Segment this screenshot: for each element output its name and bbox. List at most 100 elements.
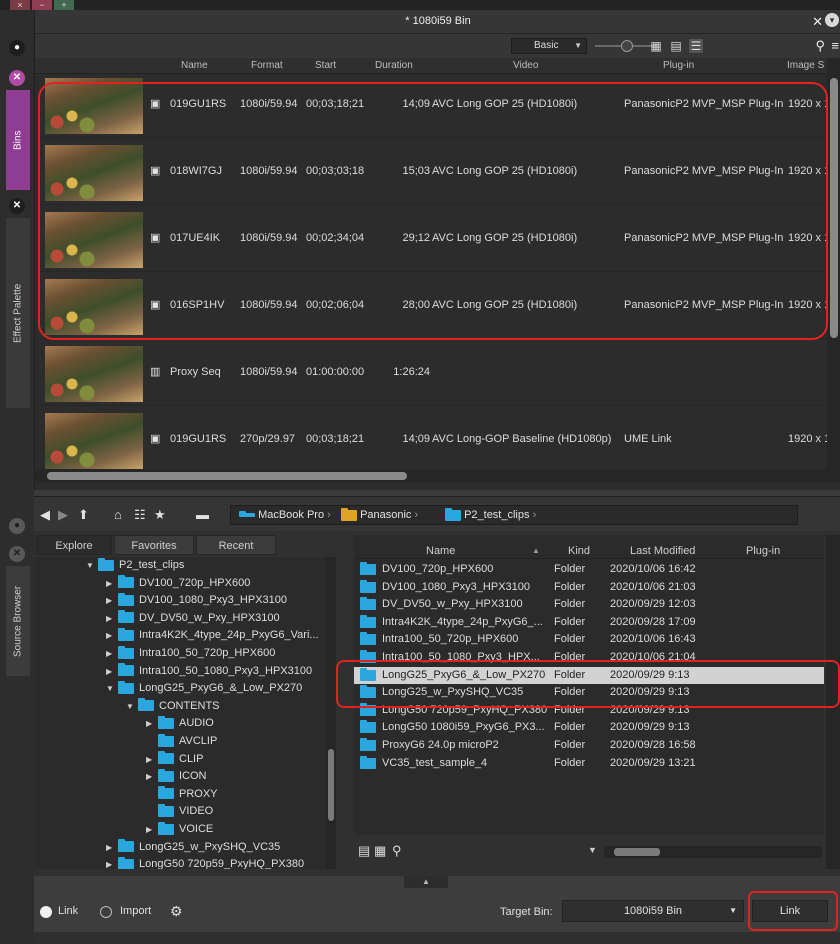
tree-item[interactable]: ▶ Intra100_50_1080_Pxy3_HPX3100 (106, 663, 312, 680)
tab-source-browser[interactable]: Source Browser (6, 566, 30, 676)
up-arrow-icon[interactable]: ⬆ (78, 507, 89, 523)
chevron-right-icon[interactable]: ▶ (106, 856, 118, 869)
bins-close-icon[interactable]: ✕ (9, 70, 25, 86)
drive-icon[interactable]: ▬ (196, 507, 209, 522)
chevron-right-icon[interactable]: ▶ (106, 645, 118, 662)
chevron-down-icon[interactable]: ▼ (588, 845, 597, 855)
bin-horizontal-scrollbar[interactable] (35, 469, 840, 483)
column-video[interactable]: Video (513, 60, 538, 71)
tree-item[interactable]: ▶ ICON (146, 768, 207, 785)
tree-item[interactable]: ▶ CLIP (146, 751, 203, 768)
tree-item[interactable]: ▶ Intra100_50_720p_HPX600 (106, 645, 275, 662)
text-view-icon[interactable]: ☰ (689, 39, 703, 53)
bins-panel-toggle-icon[interactable]: ● (9, 40, 25, 56)
file-row[interactable]: Intra4K2K_4type_24p_PxyG6_... Folder 2020/… (354, 614, 824, 631)
chevron-right-icon[interactable]: ▶ (106, 592, 118, 609)
search-icon[interactable]: ⚲ (815, 38, 825, 54)
thumbnail-size-slider-handle[interactable] (621, 40, 633, 52)
back-arrow-icon[interactable]: ◀ (40, 507, 50, 523)
clip-thumbnail[interactable] (45, 346, 143, 402)
tree-item[interactable]: ▶ LongG25_w_PxySHQ_VC35 (106, 839, 280, 856)
tree-item[interactable]: VIDEO (146, 803, 213, 820)
file-list-scroll-thumb[interactable] (614, 848, 660, 856)
chevron-right-icon[interactable]: ▶ (146, 768, 158, 785)
tree-item[interactable]: ▶ DV100_1080_Pxy3_HPX3100 (106, 592, 287, 609)
chevron-right-icon[interactable]: ▶ (146, 751, 158, 768)
bin-view-select[interactable]: Basic ▼ (511, 38, 587, 54)
tree-item[interactable]: ▶ DV_DV50_w_Pxy_HPX3100 (106, 610, 280, 627)
file-row[interactable]: LongG50 1080i59_PxyG6_PX3... Folder 2020/0… (354, 719, 824, 736)
panel-splitter-icon[interactable]: ▲ (404, 876, 448, 888)
tree-item[interactable]: ▶ AUDIO (146, 715, 214, 732)
minimize-window-icon[interactable]: − (32, 0, 52, 10)
bin-clip-row[interactable]: ▥ Proxy Seq 1080i/59.94 01:00:00:00 1:26:24 (35, 342, 827, 406)
effect-palette-close-icon[interactable]: ✕ (9, 198, 25, 214)
column-start[interactable]: Start (315, 60, 336, 71)
home-icon[interactable]: ⌂ (114, 507, 122, 522)
source-browser-toggle-icon[interactable]: ● (9, 518, 25, 534)
column-duration[interactable]: Duration (375, 60, 413, 71)
grid-view-icon[interactable]: ▦ (374, 843, 386, 859)
chevron-right-icon[interactable]: ▶ (146, 821, 158, 838)
tree-item[interactable]: ▶ VOICE (146, 821, 213, 838)
column-last-modified[interactable]: Last Modified (630, 545, 695, 557)
chevron-down-icon[interactable]: ▼ (126, 698, 138, 715)
column-file-name[interactable]: Name (426, 545, 455, 557)
breadcrumb-macbook[interactable]: MacBook Pro › (239, 509, 331, 521)
tree-item[interactable]: ▶ Intra4K2K_4type_24p_PxyG6_Vari... (106, 627, 319, 644)
tab-explore[interactable]: Explore (36, 535, 112, 555)
tree-toggle-icon[interactable]: ☷ (134, 507, 146, 523)
tree-scroll-thumb[interactable] (328, 749, 334, 821)
expand-window-icon[interactable]: + (54, 0, 74, 10)
forward-arrow-icon[interactable]: ▶ (58, 507, 68, 523)
file-row[interactable]: ProxyG6 24.0p microP2 Folder 2020/09/28 16… (354, 737, 824, 754)
tab-recent[interactable]: Recent (196, 535, 276, 555)
source-browser-close-icon[interactable]: ✕ (9, 546, 25, 562)
target-bin-select[interactable]: 1080i59 Bin ▼ (562, 900, 744, 922)
bin-horizontal-scroll-thumb[interactable] (47, 472, 407, 480)
gear-icon[interactable]: ⚙ (170, 903, 183, 920)
file-row[interactable]: DV100_1080_Pxy3_HPX3100 Folder 2020/10/06 … (354, 579, 824, 596)
tree-item[interactable]: PROXY (146, 786, 218, 803)
chevron-down-icon[interactable]: ▼ (106, 680, 118, 697)
link-radio[interactable] (40, 906, 52, 918)
frame-view-icon[interactable]: ▦ (649, 39, 663, 53)
tree-item[interactable]: ▼ CONTENTS (126, 698, 220, 715)
column-kind[interactable]: Kind (568, 545, 590, 557)
column-name[interactable]: Name (181, 60, 208, 71)
bin-clip-row[interactable]: ▣ 019GU1RS 270p/29.97 00;03;18;21 14;09 AVC L… (35, 409, 827, 469)
chevron-right-icon[interactable]: ▶ (106, 627, 118, 644)
breadcrumb-p2-test-clips[interactable]: P2_test_clips › (445, 507, 536, 521)
close-window-icon[interactable]: × (10, 0, 30, 10)
file-row[interactable]: Intra100_50_720p_HPX600 Folder 2020/10/06 … (354, 631, 824, 648)
chevron-right-icon[interactable]: ▶ (106, 663, 118, 680)
search-icon[interactable]: ⚲ (392, 843, 402, 859)
file-row[interactable]: VC35_test_sample_4 Folder 2020/09/29 13:21 (354, 755, 824, 772)
file-row[interactable]: DV100_720p_HPX600 Folder 2020/10/06 16:42 (354, 561, 824, 578)
tree-scrollbar[interactable] (326, 557, 336, 869)
clip-thumbnail[interactable] (45, 413, 143, 469)
chevron-right-icon[interactable]: ▶ (106, 839, 118, 856)
tab-bins[interactable]: Bins (6, 90, 30, 190)
column-image-size[interactable]: Image S (787, 60, 824, 71)
column-plugin[interactable]: Plug-in (746, 545, 780, 557)
tree-item[interactable]: AVCLIP (146, 733, 217, 750)
breadcrumb-panasonic[interactable]: Panasonic › (341, 507, 418, 521)
chevron-right-icon[interactable]: ▶ (106, 610, 118, 627)
tree-item[interactable]: ▼ P2_test_clips (86, 557, 184, 574)
file-row[interactable]: DV_DV50_w_Pxy_HPX3100 Folder 2020/09/29 12… (354, 596, 824, 613)
tab-effect-palette[interactable]: Effect Palette (6, 218, 30, 408)
chevron-down-icon[interactable]: ▼ (86, 557, 98, 574)
sort-ascending-icon[interactable]: ▲ (532, 546, 540, 555)
tree-item[interactable]: ▶ DV100_720p_HPX600 (106, 575, 250, 592)
bin-menu-icon[interactable]: ▾ (825, 13, 839, 27)
file-list-horizontal-scrollbar[interactable] (604, 846, 822, 858)
column-format[interactable]: Format (251, 60, 283, 71)
bin-vertical-scroll-thumb[interactable] (830, 78, 838, 338)
column-plugin[interactable]: Plug-in (663, 60, 694, 71)
script-view-icon[interactable]: ▤ (669, 39, 683, 53)
tree-item[interactable]: ▼ LongG25_PxyG6_&_Low_PX270 (106, 680, 302, 697)
hamburger-menu-icon[interactable]: ≡ (831, 38, 839, 53)
tree-item[interactable]: ▶ LongG50 720p59_PxyHQ_PX380 (106, 856, 304, 869)
import-radio[interactable] (100, 906, 112, 918)
